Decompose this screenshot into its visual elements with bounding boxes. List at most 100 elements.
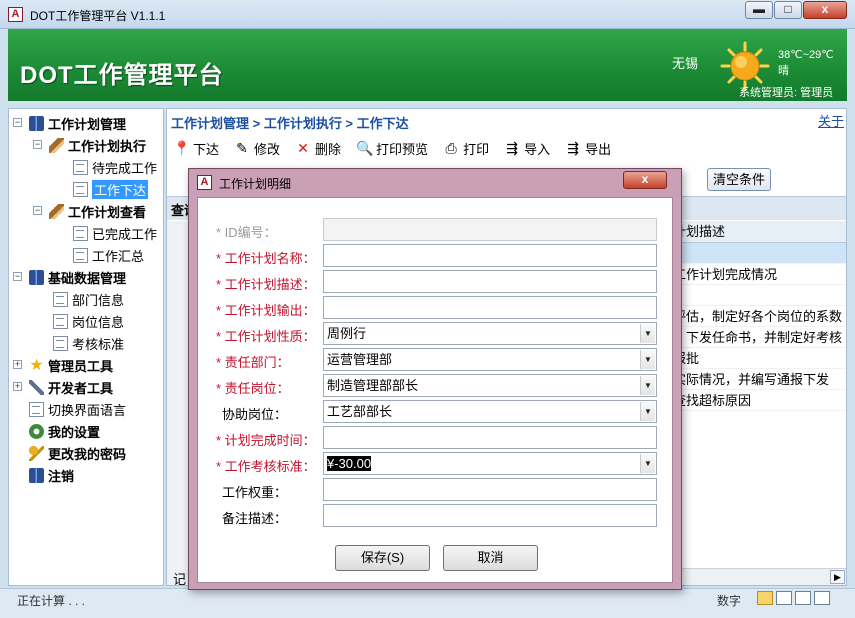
field-label: 备注描述： — [222, 511, 288, 526]
assist-post-select[interactable]: 工艺部部长 ▼ — [323, 400, 657, 423]
chevron-down-icon[interactable]: ▼ — [640, 454, 655, 473]
remark-field[interactable] — [323, 504, 657, 527]
assessment-standard-select[interactable]: ¥-30.00 ▼ — [323, 452, 657, 475]
select-value: ¥-30.00 — [327, 456, 372, 471]
tree-expander-view[interactable]: − — [33, 206, 42, 215]
book-icon — [29, 269, 44, 285]
delete-button[interactable]: ✕ 删除 — [295, 137, 341, 159]
dialog-titlebar[interactable]: A 工作计划明细 x — [189, 169, 681, 195]
scroll-right-icon[interactable]: ▶ — [830, 570, 845, 584]
plan-nature-select[interactable]: 周例行 ▼ — [323, 322, 657, 345]
select-value: 工艺部部长 — [327, 404, 393, 419]
tree-expander-dev[interactable]: + — [13, 382, 22, 391]
nav-tree[interactable]: − 工作计划管理 − 工作计划执行 待完成工作 工作下达 − 工作计划查看 已完… — [8, 108, 164, 586]
weight-field[interactable] — [323, 478, 657, 501]
table-row[interactable]: 查找超标原因 — [667, 390, 846, 411]
weather-desc: 晴 — [778, 65, 789, 77]
tree-item-language[interactable]: 切换界面语言 — [29, 399, 126, 419]
horizontal-scrollbar[interactable]: ▶ — [667, 568, 846, 585]
tree-item-standard[interactable]: 考核标准 — [53, 333, 124, 353]
table-row[interactable] — [667, 285, 846, 306]
field-label: * 责任岗位： — [216, 381, 290, 396]
tree-item-plan-mgmt[interactable]: 工作计划管理 — [29, 113, 126, 133]
chevron-down-icon[interactable]: ▼ — [640, 376, 655, 395]
grid-header-description[interactable]: 计划描述 — [667, 221, 846, 243]
field-label: * 工作计划名称： — [216, 251, 316, 266]
pen-icon — [49, 137, 64, 153]
plan-description-field[interactable] — [323, 270, 657, 293]
dialog-close-button[interactable]: x — [623, 171, 667, 189]
temperature-range: 38℃~29℃ — [778, 49, 834, 61]
plan-name-field[interactable] — [323, 244, 657, 267]
dialog-app-icon: A — [197, 175, 212, 190]
plan-detail-dialog: A 工作计划明细 x * ID编号： * 工作计划名称： * 工作计划描述： *… — [188, 168, 682, 590]
tree-item-plan-view[interactable]: 工作计划查看 — [49, 201, 146, 221]
tree-expander-base[interactable]: − — [13, 272, 22, 281]
tree-item-admin-tools[interactable]: ★ 管理员工具 — [29, 355, 113, 375]
banner-title: DOT工作管理平台 — [20, 62, 224, 89]
table-row[interactable]: ，下发任命书，并制定好考核 — [667, 327, 846, 348]
minimize-button[interactable]: ▬ — [745, 1, 773, 19]
tree-item-pending[interactable]: 待完成工作 — [73, 157, 157, 177]
department-select[interactable]: 运营管理部 ▼ — [323, 348, 657, 371]
tree-item-base-data[interactable]: 基础数据管理 — [29, 267, 126, 287]
field-label: * 责任部门： — [216, 355, 290, 370]
view-break-icon[interactable] — [795, 591, 811, 605]
view-normal-icon[interactable] — [757, 591, 773, 605]
table-row[interactable]: 评估，制定好各个岗位的系数 — [667, 306, 846, 327]
print-label: 打印 — [463, 141, 490, 157]
close-button[interactable]: x — [803, 1, 847, 19]
print-button[interactable]: ⎙ 打印 — [443, 137, 489, 159]
tree-label: 待完成工作 — [92, 160, 158, 176]
tree-item-settings[interactable]: 我的设置 — [29, 421, 100, 441]
table-row[interactable]: 工作计划完成情况 — [667, 264, 846, 285]
maximize-button[interactable]: □ — [774, 1, 802, 19]
print-preview-button[interactable]: 🔍 打印预览 — [356, 137, 428, 159]
tree-item-summary[interactable]: 工作汇总 — [73, 245, 144, 265]
app-banner: DOT工作管理平台 无锡 38℃~29℃ 晴 系统管理员: 管理员 — [8, 29, 847, 101]
chevron-down-icon[interactable]: ▼ — [640, 350, 655, 369]
tree-item-dev-tools[interactable]: 开发者工具 — [29, 377, 113, 397]
tree-expander-admin[interactable]: + — [13, 360, 22, 369]
print-icon: ⎙ — [445, 140, 457, 156]
import-button[interactable]: ⇶ 导入 — [504, 137, 550, 159]
deadline-field[interactable] — [323, 426, 657, 449]
post-select[interactable]: 制造管理部部长 ▼ — [323, 374, 657, 397]
tree-item-password[interactable]: 更改我的密码 — [29, 443, 126, 463]
tree-item-logout[interactable]: 注销 — [29, 465, 74, 485]
toolbar: 📍 下达 ✎ 修改 ✕ 删除 🔍 打印预览 ⎙ 打印 ⇶ 导入 ⇶ 导出 — [173, 137, 626, 159]
window-titlebar[interactable]: A DOT工作管理平台 V1.1.1 ▬ □ x — [0, 0, 855, 29]
doc-icon — [73, 181, 88, 197]
view-zoom-icon[interactable] — [814, 591, 830, 605]
export-button[interactable]: ⇶ 导出 — [565, 137, 611, 159]
tree-item-completed[interactable]: 已完成工作 — [73, 223, 157, 243]
select-value: 周例行 — [327, 326, 367, 341]
clear-conditions-button[interactable]: 清空条件 — [707, 168, 771, 191]
doc-icon — [53, 313, 68, 329]
chevron-down-icon[interactable]: ▼ — [640, 324, 655, 343]
select-value: 制造管理部部长 — [327, 378, 419, 393]
key-icon — [29, 445, 44, 461]
tree-item-dept[interactable]: 部门信息 — [53, 289, 124, 309]
id-field — [323, 218, 657, 241]
edit-button[interactable]: ✎ 修改 — [234, 137, 280, 159]
save-button[interactable]: 保存(S) — [335, 545, 430, 571]
view-layout-icon[interactable] — [776, 591, 792, 605]
issue-button[interactable]: 📍 下达 — [173, 137, 219, 159]
cancel-button[interactable]: 取消 — [443, 545, 538, 571]
tree-expander-plan[interactable]: − — [13, 118, 22, 127]
about-link[interactable]: 关于 — [818, 111, 844, 130]
table-row[interactable] — [667, 243, 846, 264]
table-row[interactable]: 报批 — [667, 348, 846, 369]
tree-item-plan-exec[interactable]: 工作计划执行 — [49, 135, 146, 155]
tree-item-issue[interactable]: 工作下达 — [73, 179, 149, 199]
field-label: * ID编号： — [216, 225, 277, 240]
chevron-down-icon[interactable]: ▼ — [640, 402, 655, 421]
plan-output-field[interactable] — [323, 296, 657, 319]
tree-item-post[interactable]: 岗位信息 — [53, 311, 124, 331]
tree-expander-exec[interactable]: − — [33, 140, 42, 149]
print-preview-icon: 🔍 — [356, 140, 374, 156]
table-row[interactable]: 实际情况，并编写通报下发 — [667, 369, 846, 390]
tree-label: 工作计划查看 — [68, 204, 147, 220]
field-label: * 工作计划性质： — [216, 329, 316, 344]
